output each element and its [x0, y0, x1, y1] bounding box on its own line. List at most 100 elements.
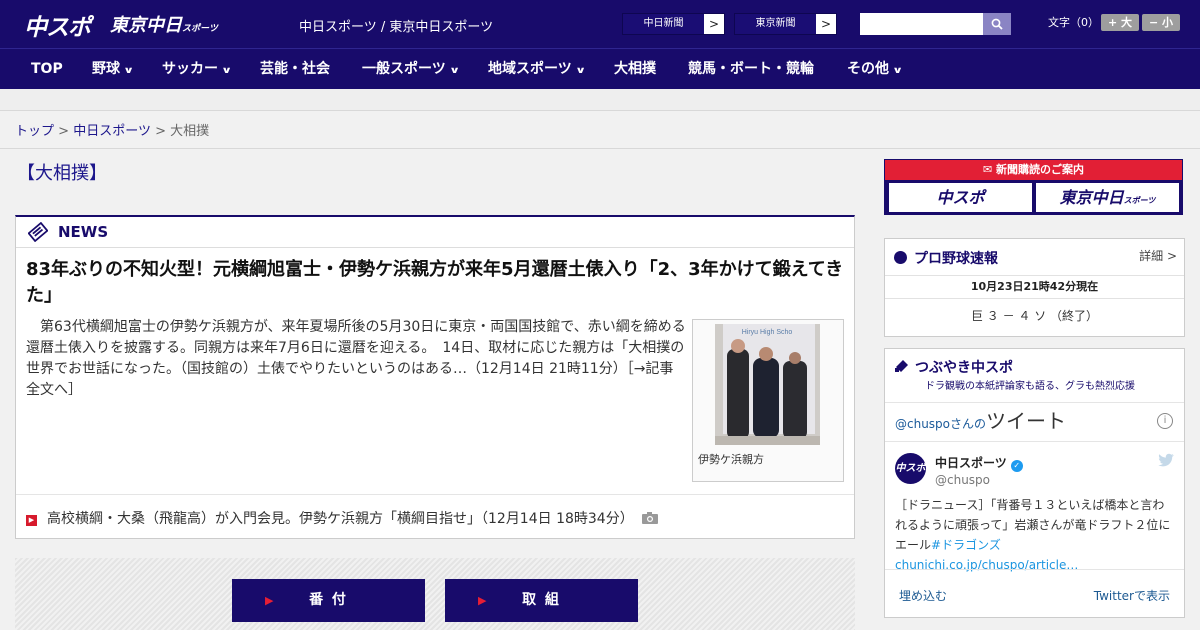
chevron-right-icon: > — [820, 17, 832, 31]
breadcrumb-sep: > — [155, 124, 166, 139]
banner-chuspo[interactable]: 中スポ — [889, 183, 1032, 212]
nav-label: TOP — [31, 61, 63, 77]
nav-item-sumo[interactable]: 大相撲 — [614, 49, 656, 89]
nav-label: 芸能・社会 — [260, 61, 330, 77]
breadcrumb: トップ > 中日スポーツ > 大相撲 — [15, 120, 209, 139]
font-size-label: 文字（0） — [1048, 16, 1099, 29]
font-smaller-button[interactable]: − 小 — [1142, 14, 1180, 31]
divider — [0, 148, 1200, 149]
view-on-twitter-link[interactable]: Twitterで表示 — [1094, 587, 1170, 604]
site-names[interactable]: 中日スポーツ / 東京中日スポーツ — [299, 16, 493, 35]
news-headline[interactable]: 83年ぶりの不知火型！元横綱旭富士・伊勢ケ浜親方が来年5月還暦土俵入り「2、3年… — [26, 257, 846, 309]
banner-tokyo-chunichi[interactable]: 東京中日スポーツ — [1036, 183, 1179, 212]
tokyo-logo-small: スポーツ — [182, 24, 218, 34]
nav-item-baseball[interactable]: 野球 ∨ — [92, 49, 135, 89]
account-name: 中日スポーツ — [935, 456, 1007, 470]
play-marker-icon: ▶ — [26, 515, 37, 526]
torikumi-label: 取 組 — [522, 592, 561, 608]
tweets-title: つぶやき中スポ — [894, 357, 1013, 377]
breadcrumb-section[interactable]: 中日スポーツ — [73, 124, 151, 139]
newspaper-icon: ✉ — [982, 163, 997, 176]
search-icon — [991, 18, 1003, 30]
photo-caption: 伊勢ケ浜親方 — [698, 453, 764, 466]
nav-label: 野球 — [92, 61, 120, 77]
search-input[interactable] — [860, 13, 983, 35]
banner-title: ✉ 新聞購読のご案内 — [885, 160, 1182, 180]
nav-label: サッカー — [162, 61, 218, 77]
chevron-down-icon: ∨ — [221, 66, 233, 76]
photo-image: Hiryu High Scho — [715, 324, 820, 445]
breadcrumb-current: 大相撲 — [170, 124, 210, 139]
banner-tokyo-text: 東京中日 — [1059, 188, 1124, 207]
embed-link[interactable]: 埋め込む — [899, 587, 947, 604]
nav-item-other[interactable]: その他 ∨ — [847, 49, 904, 89]
subscription-banner[interactable]: ✉ 新聞購読のご案内 中スポ 東京中日スポーツ — [884, 159, 1183, 215]
tweets-word: ツイート — [986, 409, 1067, 433]
chunichi-shimbun-link[interactable]: 中日新聞 > — [622, 13, 725, 35]
tweet-text[interactable]: ［ドラニュース］「背番号１３といえば橋本と言われるように頑張って」岩瀬さんが竜ド… — [895, 495, 1175, 575]
nav-item-top[interactable]: TOP — [31, 49, 63, 89]
tweets-title-text: つぶやき中スポ — [915, 360, 1013, 376]
sub-headline: 高校横綱・大桑（飛龍高）が入門会見。伊勢ケ浜親方「横綱目指せ」（12月14日 1… — [47, 511, 634, 527]
buttons-area — [15, 558, 855, 630]
photo-sign-text: Hiryu High Scho — [742, 329, 793, 336]
news-body[interactable]: 第63代横綱旭富士の伊勢ケ浜親方が、来年夏場所後の5月30日に東京・両国国技館で… — [26, 317, 686, 401]
divider — [885, 402, 1184, 403]
tweets-handle-prefix[interactable]: @chuspoさんの — [895, 417, 986, 431]
section-title: 【大相撲】 — [17, 163, 107, 184]
divider — [885, 569, 1184, 570]
font-bigger-button[interactable]: + 大 — [1101, 14, 1139, 31]
nav-item-entertainment[interactable]: 芸能・社会 — [260, 49, 330, 89]
info-icon[interactable]: i — [1157, 413, 1173, 429]
verified-icon: ✓ — [1010, 460, 1023, 472]
account-handle[interactable]: @chuspo — [935, 473, 990, 487]
baseball-detail-link[interactable]: 詳細 > — [1139, 247, 1177, 264]
chunichi-shimbun-label: 中日新聞 — [623, 14, 704, 34]
tokyo-shimbun-label: 東京新聞 — [735, 14, 816, 34]
baseball-score[interactable]: 巨 ３ － ４ ソ （終了） — [885, 307, 1184, 324]
news-sub-item[interactable]: ▶ 高校横綱・大桑（飛龍高）が入門会見。伊勢ケ浜親方「横綱目指せ」（12月14日 … — [26, 508, 659, 528]
chevron-down-icon: ∨ — [123, 66, 135, 76]
avatar[interactable]: 中スポ — [895, 453, 926, 484]
news-header: NEWS — [16, 217, 854, 248]
tokyo-logo-text: 東京中日 — [110, 15, 182, 36]
play-icon: ▶ — [478, 594, 489, 607]
nav-item-racing[interactable]: 競馬・ボート・競輪 — [688, 49, 814, 89]
chuspo-logo[interactable]: 中スポ — [24, 8, 91, 42]
search-button[interactable] — [983, 13, 1011, 35]
news-label: NEWS — [58, 223, 109, 241]
baseball-score-box: プロ野球速報 詳細 > 10月23日21時42分現在 巨 ３ － ４ ソ （終了… — [884, 238, 1185, 337]
baseball-icon — [894, 251, 907, 264]
megaphone-icon — [895, 360, 908, 372]
nav-label: 大相撲 — [614, 61, 656, 77]
chevron-down-icon: ∨ — [892, 66, 904, 76]
tweets-heading: @chuspoさんのツイート — [895, 405, 1066, 434]
news-photo[interactable]: Hiryu High Scho 伊勢ケ浜親方 — [692, 319, 844, 482]
main-nav: TOP 野球 ∨ サッカー ∨ 芸能・社会 一般スポーツ ∨ 地域スポーツ ∨ 大相撲 … — [0, 48, 1200, 89]
breadcrumb-home[interactable]: トップ — [15, 124, 54, 139]
twitter-widget: つぶやき中スポ ドラ観戦の本紙評論家も語る、グラも熱烈応援 @chuspoさんの… — [884, 348, 1185, 618]
baseball-time: 10月23日21時42分現在 — [885, 275, 1184, 299]
banner-title-text: 新聞購読のご案内 — [996, 163, 1085, 176]
newspaper-icon — [28, 222, 48, 242]
nav-item-soccer[interactable]: サッカー ∨ — [162, 49, 233, 89]
play-icon: ▶ — [265, 594, 276, 607]
nav-item-general-sports[interactable]: 一般スポーツ ∨ — [362, 49, 460, 89]
banner-tokyo-small: スポーツ — [1123, 196, 1156, 205]
torikumi-button[interactable]: ▶ 取 組 — [445, 579, 638, 622]
nav-label: 競馬・ボート・競輪 — [688, 61, 814, 77]
banzuke-button[interactable]: ▶ 番 付 — [232, 579, 425, 622]
nav-label: その他 — [847, 61, 889, 77]
search-box — [860, 13, 1011, 35]
tokyo-shimbun-link[interactable]: 東京新聞 > — [734, 13, 837, 35]
nav-item-local-sports[interactable]: 地域スポーツ ∨ — [488, 49, 586, 89]
twitter-bird-icon[interactable] — [1158, 453, 1174, 471]
baseball-title-text: プロ野球速報 — [914, 251, 998, 267]
tweet-account[interactable]: 中日スポーツ ✓ — [935, 454, 1023, 472]
chevron-right-icon: > — [708, 17, 720, 31]
sub-bar — [0, 89, 1200, 111]
tokyo-chunichi-logo[interactable]: 東京中日スポーツ — [110, 11, 218, 37]
baseball-title: プロ野球速報 — [894, 248, 998, 268]
news-box: NEWS 83年ぶりの不知火型！元横綱旭富士・伊勢ケ浜親方が来年5月還暦土俵入り… — [15, 215, 855, 539]
chevron-down-icon: ∨ — [574, 66, 586, 76]
